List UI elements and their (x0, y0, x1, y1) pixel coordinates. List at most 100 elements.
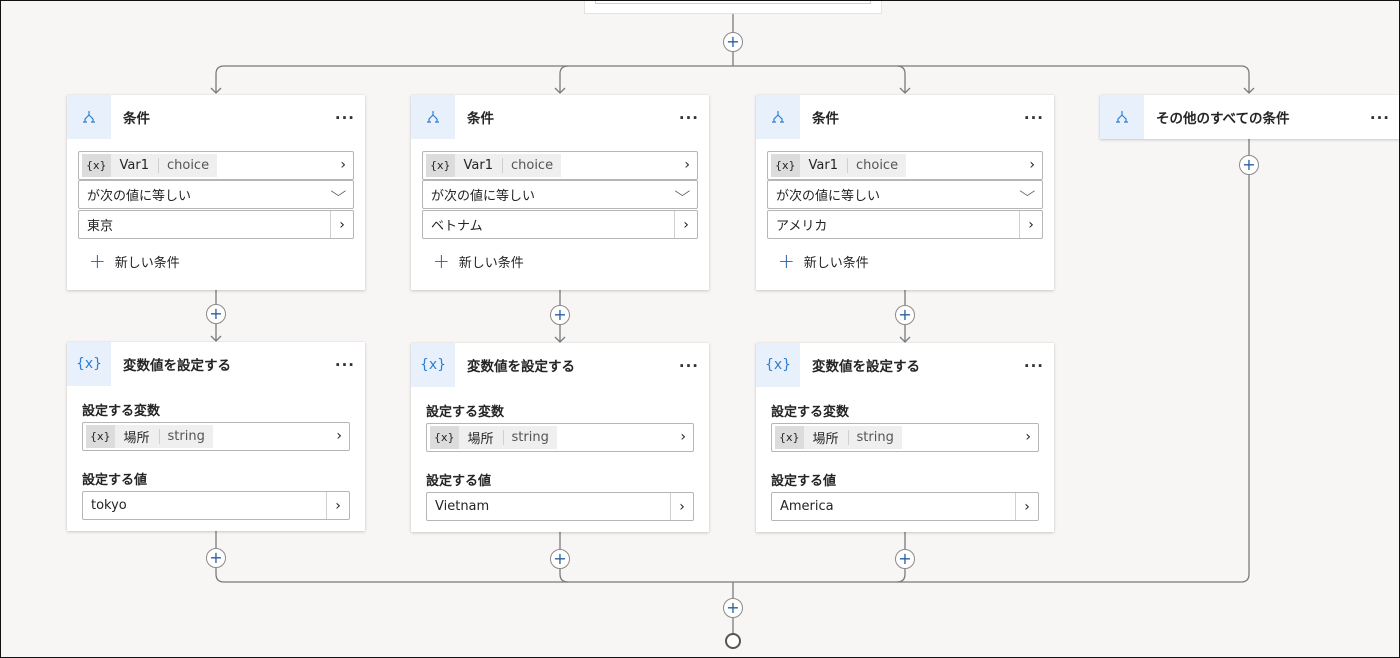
variable-name: Var1 (119, 158, 149, 173)
value-text: Vietnam (435, 499, 490, 514)
add-node-button[interactable]: + (723, 598, 743, 618)
plus-icon: + (726, 598, 740, 617)
variable-icon: {x} (67, 342, 111, 386)
plus-icon: + (553, 305, 567, 324)
variable-selector[interactable]: {x} Var1 choice › (78, 151, 354, 180)
more-options-button[interactable]: ... (679, 105, 699, 123)
variable-icon: {x} (86, 425, 115, 448)
add-node-button[interactable]: + (1239, 155, 1259, 175)
variable-icon: {x} (426, 154, 455, 177)
end-circle-icon (725, 633, 741, 649)
condition-value-field[interactable]: 東京 › (78, 210, 354, 239)
variable-icon: {x} (756, 343, 800, 387)
condition-value-field[interactable]: ベトナム › (422, 210, 698, 239)
condition-card[interactable]: 条件 ... {x} Var1 choice › が次の値に等しい ⌵ ベトナム ›… (411, 95, 709, 290)
new-condition-label: 新しい条件 (803, 255, 869, 271)
variable-icon: {x} (411, 343, 455, 387)
card-title: 変数値を設定する (812, 359, 920, 375)
plus-icon: + (898, 305, 912, 324)
value-field[interactable]: tokyo › (82, 491, 350, 520)
chevron-right-icon: › (1029, 157, 1035, 173)
card-title: 条件 (812, 111, 839, 127)
variable-icon: {x} (430, 426, 459, 449)
branch-icon (1100, 95, 1144, 139)
variable-type: string (158, 429, 213, 444)
plus-icon: + (209, 548, 223, 567)
condition-card[interactable]: 条件 ... {x} Var1 choice › が次の値に等しい ⌵ 東京 › +… (67, 95, 365, 290)
chevron-right-icon: › (330, 211, 353, 238)
value-text: America (780, 499, 834, 514)
value-label: 設定する値 (771, 474, 837, 489)
variable-icon: {x} (775, 426, 804, 449)
value-label: 設定する値 (426, 474, 492, 489)
condition-card[interactable]: 条件 ... {x} Var1 choice › が次の値に等しい ⌵ アメリカ ›… (756, 95, 1054, 290)
new-condition-label: 新しい条件 (458, 255, 524, 271)
chevron-right-icon: › (1019, 211, 1042, 238)
add-node-button[interactable]: + (723, 32, 743, 52)
variable-selector[interactable]: {x} Var1 choice › (767, 151, 1043, 180)
variable-name: Var1 (463, 158, 493, 173)
more-options-button[interactable]: ... (1024, 105, 1044, 123)
previous-node[interactable] (584, 0, 882, 14)
variable-type: string (847, 430, 902, 445)
add-node-button[interactable]: + (550, 549, 570, 569)
card-title: その他のすべての条件 (1156, 111, 1290, 127)
more-options-button[interactable]: ... (1024, 353, 1044, 371)
variable-label: 設定する変数 (426, 405, 505, 420)
value-field[interactable]: Vietnam › (426, 492, 694, 521)
plus-icon: + (209, 304, 223, 323)
add-node-button[interactable]: + (895, 305, 915, 325)
set-variable-card[interactable]: {x} 変数値を設定する ... 設定する変数 {x} 場所 string › 設定… (756, 343, 1054, 532)
new-condition-button[interactable]: + 新しい条件 (778, 249, 869, 273)
chevron-right-icon: › (1015, 493, 1038, 520)
chevron-right-icon: › (326, 492, 349, 519)
operator-dropdown[interactable]: が次の値に等しい ⌵ (78, 180, 354, 209)
add-node-button[interactable]: + (206, 548, 226, 568)
variable-type: choice (157, 158, 217, 173)
value-field[interactable]: America › (771, 492, 1039, 521)
card-title: 条件 (467, 111, 494, 127)
card-title: 条件 (123, 111, 150, 127)
new-condition-button[interactable]: + 新しい条件 (89, 249, 180, 273)
set-variable-card[interactable]: {x} 変数値を設定する ... 設定する変数 {x} 場所 string › 設定… (67, 342, 365, 531)
more-options-button[interactable]: ... (335, 105, 355, 123)
more-options-button[interactable]: ... (1370, 105, 1390, 123)
new-condition-button[interactable]: + 新しい条件 (433, 249, 524, 273)
chevron-right-icon: › (670, 493, 693, 520)
chevron-down-icon: ⌵ (1019, 184, 1036, 200)
variable-name: 場所 (467, 432, 494, 447)
variable-type: choice (846, 158, 906, 173)
plus-icon: + (433, 249, 450, 273)
variable-icon: {x} (771, 154, 800, 177)
variable-type: string (502, 430, 557, 445)
variable-selector[interactable]: {x} 場所 string › (426, 423, 694, 452)
variable-type: choice (501, 158, 561, 173)
condition-value: 東京 (87, 219, 114, 234)
plus-icon: + (1242, 155, 1256, 174)
plus-icon: + (553, 549, 567, 568)
branch-icon (67, 95, 111, 139)
variable-selector[interactable]: {x} 場所 string › (82, 422, 350, 451)
variable-selector[interactable]: {x} 場所 string › (771, 423, 1039, 452)
more-options-button[interactable]: ... (335, 352, 355, 370)
add-node-button[interactable]: + (550, 305, 570, 325)
chevron-down-icon: ⌵ (674, 184, 691, 200)
add-node-button[interactable]: + (895, 549, 915, 569)
new-condition-label: 新しい条件 (114, 255, 180, 271)
variable-selector[interactable]: {x} Var1 choice › (422, 151, 698, 180)
operator-dropdown[interactable]: が次の値に等しい ⌵ (422, 180, 698, 209)
more-options-button[interactable]: ... (679, 353, 699, 371)
chevron-right-icon: › (684, 157, 690, 173)
chevron-right-icon: › (1025, 429, 1031, 445)
operator-dropdown[interactable]: が次の値に等しい ⌵ (767, 180, 1043, 209)
plus-icon: + (778, 249, 795, 273)
card-title: 変数値を設定する (467, 359, 575, 375)
chevron-down-icon: ⌵ (330, 184, 347, 200)
branch-icon (411, 95, 455, 139)
else-condition-card[interactable]: その他のすべての条件 ... (1100, 95, 1400, 139)
branch-icon (756, 95, 800, 139)
add-node-button[interactable]: + (206, 304, 226, 324)
chevron-right-icon: › (680, 429, 686, 445)
set-variable-card[interactable]: {x} 変数値を設定する ... 設定する変数 {x} 場所 string › 設定… (411, 343, 709, 532)
condition-value-field[interactable]: アメリカ › (767, 210, 1043, 239)
